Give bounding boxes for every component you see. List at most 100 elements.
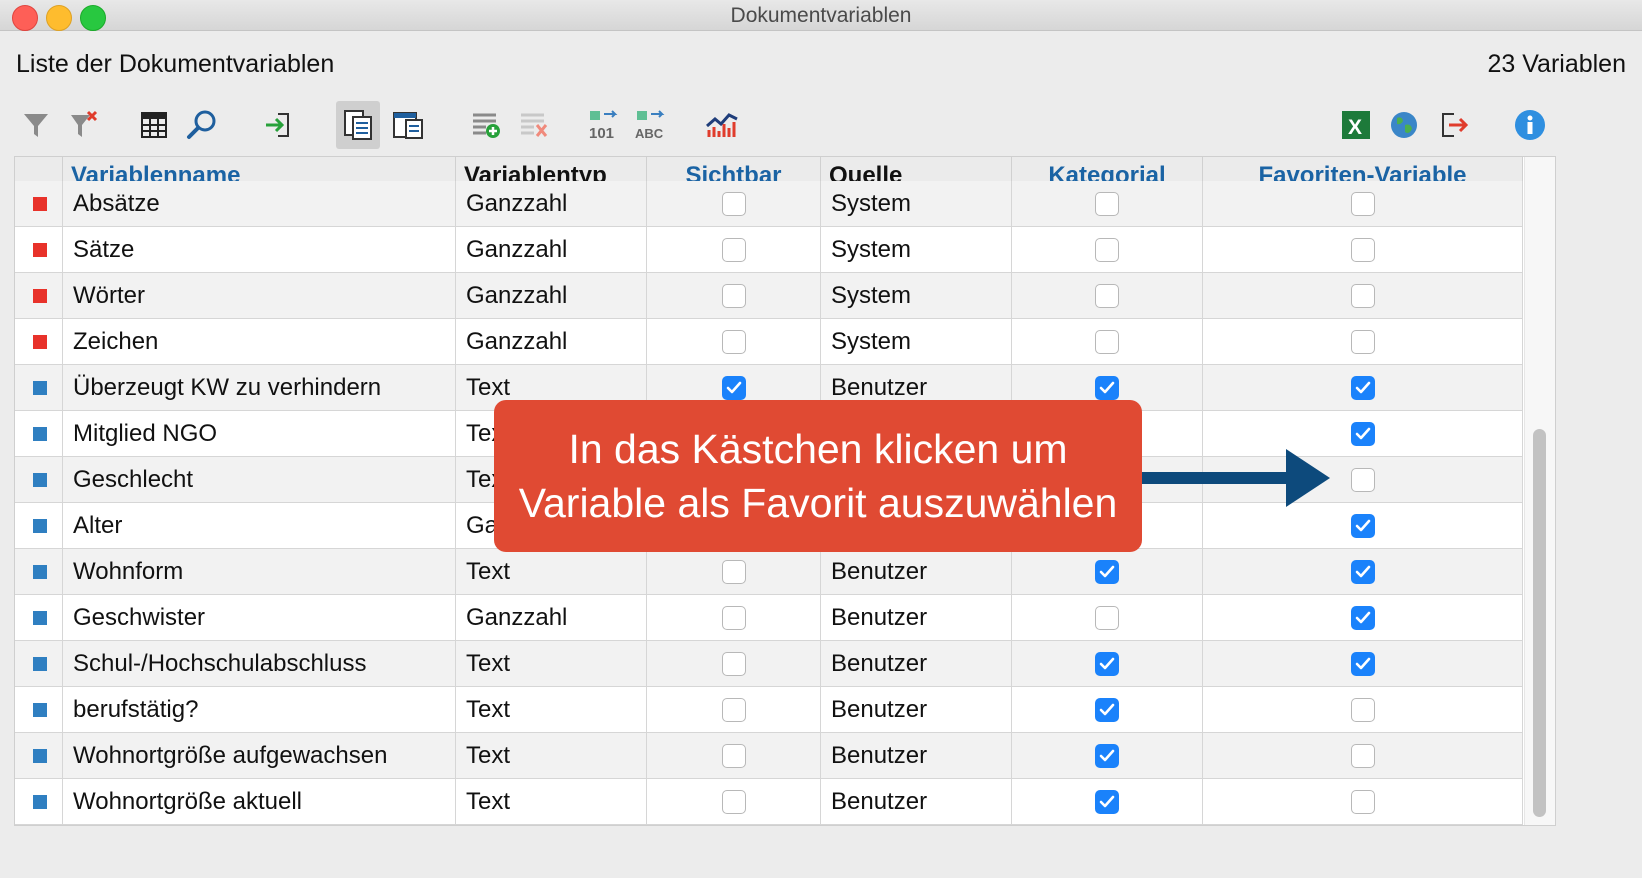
variable-source-cell: Benutzer <box>821 595 1012 640</box>
svg-text:X: X <box>1348 116 1362 139</box>
variable-name-cell: Wörter <box>63 273 456 318</box>
color-marker-cell <box>15 733 63 778</box>
web-export-button[interactable] <box>1382 101 1426 149</box>
favorite-checkbox[interactable] <box>1350 789 1375 814</box>
convert-to-text-icon: ABC <box>635 110 665 141</box>
columns-button[interactable] <box>132 101 176 149</box>
variable-name-cell: Sätze <box>63 227 456 272</box>
table-row[interactable]: Wohnortgröße aktuell Text Benutzer <box>15 779 1523 825</box>
favorite-cell <box>1203 779 1523 824</box>
table-row[interactable]: Geschwister Ganzzahl Benutzer <box>15 595 1523 641</box>
checkmark-icon <box>1099 657 1115 669</box>
favorite-checkbox[interactable] <box>1350 283 1375 308</box>
detail-view-button[interactable] <box>386 101 430 149</box>
categorical-checkbox[interactable] <box>1095 651 1119 676</box>
statistics-icon <box>706 113 738 137</box>
table-row[interactable]: Schul-/Hochschulabschluss Text Benutzer <box>15 641 1523 687</box>
variable-name-cell: Mitglied NGO <box>63 411 456 456</box>
favorite-checkbox[interactable] <box>1350 375 1375 400</box>
visible-checkbox[interactable] <box>721 283 746 308</box>
visible-checkbox[interactable] <box>721 237 746 262</box>
categorical-checkbox[interactable] <box>1095 329 1119 354</box>
checkmark-icon <box>1099 703 1115 715</box>
filter-button[interactable] <box>14 101 58 149</box>
categorical-cell <box>1012 319 1203 364</box>
search-icon <box>187 110 216 139</box>
convert-to-number-button[interactable]: 101 <box>582 101 626 149</box>
export-button[interactable] <box>1432 101 1476 149</box>
variable-color-marker <box>33 565 47 579</box>
favorite-checkbox[interactable] <box>1350 191 1375 216</box>
favorite-cell <box>1203 273 1523 318</box>
statistics-button[interactable] <box>700 101 744 149</box>
favorite-checkbox[interactable] <box>1350 467 1375 492</box>
categorical-checkbox[interactable] <box>1095 237 1119 262</box>
categorical-checkbox[interactable] <box>1095 789 1119 814</box>
hint-line-1: In das Kästchen klicken um <box>568 426 1068 472</box>
table-row[interactable]: Wohnortgröße aufgewachsen Text Benutzer <box>15 733 1523 779</box>
categorical-checkbox[interactable] <box>1095 283 1119 308</box>
import-button[interactable] <box>256 101 300 149</box>
excel-export-button[interactable]: X <box>1334 101 1378 149</box>
favorite-checkbox[interactable] <box>1350 513 1375 538</box>
variable-name-cell: berufstätig? <box>63 687 456 732</box>
delete-variable-button[interactable] <box>512 101 556 149</box>
info-button[interactable] <box>1508 101 1552 149</box>
checkmark-icon <box>1355 611 1370 623</box>
scrollbar-thumb[interactable] <box>1533 429 1546 817</box>
favorite-checkbox[interactable] <box>1350 329 1375 354</box>
visible-cell <box>647 641 821 686</box>
table-row[interactable]: Sätze Ganzzahl System <box>15 227 1523 273</box>
variable-color-marker <box>33 427 47 441</box>
visible-cell <box>647 319 821 364</box>
favorite-checkbox[interactable] <box>1350 651 1375 676</box>
add-variable-button[interactable] <box>464 101 508 149</box>
color-marker-cell <box>15 641 63 686</box>
favorite-checkbox[interactable] <box>1350 697 1375 722</box>
checkmark-icon <box>1355 427 1370 439</box>
table-row[interactable]: Zeichen Ganzzahl System <box>15 319 1523 365</box>
table-row[interactable]: Absätze Ganzzahl System <box>15 181 1523 227</box>
categorical-checkbox[interactable] <box>1095 375 1119 400</box>
visible-checkbox[interactable] <box>721 191 746 216</box>
table-row[interactable]: Wörter Ganzzahl System <box>15 273 1523 319</box>
variable-type-cell: Text <box>456 779 647 824</box>
categorical-checkbox[interactable] <box>1095 605 1119 630</box>
search-button[interactable] <box>180 101 224 149</box>
variable-source-cell: Benutzer <box>821 641 1012 686</box>
visible-checkbox[interactable] <box>721 789 746 814</box>
favorite-checkbox[interactable] <box>1350 743 1375 768</box>
variable-source-cell: Benutzer <box>821 549 1012 594</box>
visible-checkbox[interactable] <box>721 375 746 400</box>
visible-checkbox[interactable] <box>721 329 746 354</box>
variable-color-marker <box>33 381 47 395</box>
columns-icon <box>141 112 167 138</box>
title-bar: Dokumentvariablen <box>0 0 1642 31</box>
favorite-cell <box>1203 181 1523 226</box>
variable-name-cell: Geschwister <box>63 595 456 640</box>
favorite-checkbox[interactable] <box>1350 421 1375 446</box>
categorical-checkbox[interactable] <box>1095 697 1119 722</box>
convert-to-text-button[interactable]: ABC <box>630 101 674 149</box>
color-marker-cell <box>15 779 63 824</box>
table-row[interactable]: berufstätig? Text Benutzer <box>15 687 1523 733</box>
favorite-checkbox[interactable] <box>1350 559 1375 584</box>
checkmark-icon <box>1355 519 1370 531</box>
variable-color-marker <box>33 703 47 717</box>
favorite-checkbox[interactable] <box>1350 605 1375 630</box>
visible-checkbox[interactable] <box>721 559 746 584</box>
categorical-checkbox[interactable] <box>1095 743 1119 768</box>
variable-name-cell: Wohnform <box>63 549 456 594</box>
clear-filter-button[interactable] <box>62 101 106 149</box>
favorite-checkbox[interactable] <box>1350 237 1375 262</box>
visible-checkbox[interactable] <box>721 697 746 722</box>
categorical-checkbox[interactable] <box>1095 559 1119 584</box>
list-view-button[interactable] <box>336 101 380 149</box>
categorical-checkbox[interactable] <box>1095 191 1119 216</box>
table-row[interactable]: Wohnform Text Benutzer <box>15 549 1523 595</box>
toolbar: 101 ABC X <box>14 97 1554 153</box>
visible-checkbox[interactable] <box>721 743 746 768</box>
visible-checkbox[interactable] <box>721 651 746 676</box>
vertical-scrollbar[interactable] <box>1524 157 1555 825</box>
visible-checkbox[interactable] <box>721 605 746 630</box>
